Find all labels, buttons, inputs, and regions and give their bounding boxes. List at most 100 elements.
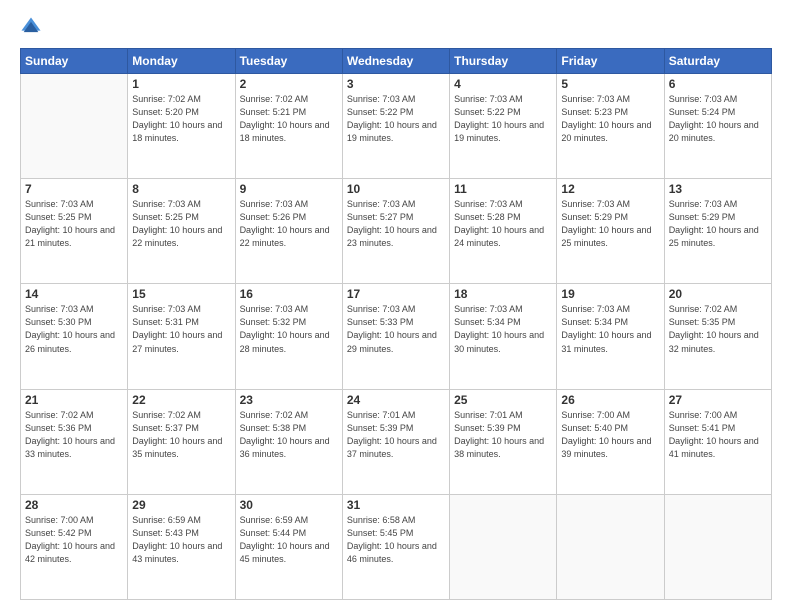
calendar-day-cell: 30 Sunrise: 6:59 AMSunset: 5:44 PMDayligh… bbox=[235, 494, 342, 599]
day-info: Sunrise: 7:03 AMSunset: 5:32 PMDaylight:… bbox=[240, 303, 338, 355]
day-info: Sunrise: 7:02 AMSunset: 5:35 PMDaylight:… bbox=[669, 303, 767, 355]
day-number: 20 bbox=[669, 287, 767, 301]
calendar-day-cell: 24 Sunrise: 7:01 AMSunset: 5:39 PMDayligh… bbox=[342, 389, 449, 494]
day-info: Sunrise: 7:03 AMSunset: 5:24 PMDaylight:… bbox=[669, 93, 767, 145]
calendar-day-cell: 27 Sunrise: 7:00 AMSunset: 5:41 PMDayligh… bbox=[664, 389, 771, 494]
calendar-week-row: 1 Sunrise: 7:02 AMSunset: 5:20 PMDaylight… bbox=[21, 74, 772, 179]
calendar-day-cell: 17 Sunrise: 7:03 AMSunset: 5:33 PMDayligh… bbox=[342, 284, 449, 389]
day-info: Sunrise: 7:03 AMSunset: 5:22 PMDaylight:… bbox=[347, 93, 445, 145]
day-info: Sunrise: 7:00 AMSunset: 5:42 PMDaylight:… bbox=[25, 514, 123, 566]
day-number: 14 bbox=[25, 287, 123, 301]
weekday-header: Thursday bbox=[450, 49, 557, 74]
day-number: 2 bbox=[240, 77, 338, 91]
weekday-header: Sunday bbox=[21, 49, 128, 74]
calendar-week-row: 21Sunrise: 7:02 AMSunset: 5:36 PMDayligh… bbox=[21, 389, 772, 494]
calendar-week-row: 14Sunrise: 7:03 AMSunset: 5:30 PMDayligh… bbox=[21, 284, 772, 389]
calendar-week-row: 7 Sunrise: 7:03 AMSunset: 5:25 PMDaylight… bbox=[21, 179, 772, 284]
day-info: Sunrise: 7:03 AMSunset: 5:27 PMDaylight:… bbox=[347, 198, 445, 250]
day-info: Sunrise: 7:03 AMSunset: 5:29 PMDaylight:… bbox=[669, 198, 767, 250]
day-number: 13 bbox=[669, 182, 767, 196]
day-info: Sunrise: 7:03 AMSunset: 5:34 PMDaylight:… bbox=[454, 303, 552, 355]
day-number: 6 bbox=[669, 77, 767, 91]
weekday-header: Tuesday bbox=[235, 49, 342, 74]
day-info: Sunrise: 7:03 AMSunset: 5:28 PMDaylight:… bbox=[454, 198, 552, 250]
calendar-day-cell: 14Sunrise: 7:03 AMSunset: 5:30 PMDayligh… bbox=[21, 284, 128, 389]
day-info: Sunrise: 7:03 AMSunset: 5:22 PMDaylight:… bbox=[454, 93, 552, 145]
day-info: Sunrise: 6:59 AMSunset: 5:44 PMDaylight:… bbox=[240, 514, 338, 566]
day-number: 27 bbox=[669, 393, 767, 407]
day-info: Sunrise: 7:02 AMSunset: 5:20 PMDaylight:… bbox=[132, 93, 230, 145]
day-info: Sunrise: 6:58 AMSunset: 5:45 PMDaylight:… bbox=[347, 514, 445, 566]
calendar-day-cell: 3 Sunrise: 7:03 AMSunset: 5:22 PMDaylight… bbox=[342, 74, 449, 179]
day-number: 23 bbox=[240, 393, 338, 407]
calendar-day-cell: 25 Sunrise: 7:01 AMSunset: 5:39 PMDayligh… bbox=[450, 389, 557, 494]
day-number: 7 bbox=[25, 182, 123, 196]
calendar-day-cell: 26 Sunrise: 7:00 AMSunset: 5:40 PMDayligh… bbox=[557, 389, 664, 494]
day-number: 18 bbox=[454, 287, 552, 301]
weekday-header: Friday bbox=[557, 49, 664, 74]
logo bbox=[20, 16, 46, 38]
day-number: 30 bbox=[240, 498, 338, 512]
day-info: Sunrise: 7:00 AMSunset: 5:41 PMDaylight:… bbox=[669, 409, 767, 461]
day-number: 28 bbox=[25, 498, 123, 512]
calendar-day-cell: 28 Sunrise: 7:00 AMSunset: 5:42 PMDayligh… bbox=[21, 494, 128, 599]
calendar-day-cell: 10 Sunrise: 7:03 AMSunset: 5:27 PMDayligh… bbox=[342, 179, 449, 284]
day-info: Sunrise: 7:03 AMSunset: 5:29 PMDaylight:… bbox=[561, 198, 659, 250]
day-info: Sunrise: 7:03 AMSunset: 5:25 PMDaylight:… bbox=[25, 198, 123, 250]
day-number: 21 bbox=[25, 393, 123, 407]
day-number: 31 bbox=[347, 498, 445, 512]
day-number: 5 bbox=[561, 77, 659, 91]
weekday-header: Saturday bbox=[664, 49, 771, 74]
day-info: Sunrise: 7:00 AMSunset: 5:40 PMDaylight:… bbox=[561, 409, 659, 461]
calendar-day-cell: 11Sunrise: 7:03 AMSunset: 5:28 PMDayligh… bbox=[450, 179, 557, 284]
calendar-day-cell: 2Sunrise: 7:02 AMSunset: 5:21 PMDaylight… bbox=[235, 74, 342, 179]
calendar-day-cell: 19 Sunrise: 7:03 AMSunset: 5:34 PMDayligh… bbox=[557, 284, 664, 389]
calendar-day-cell bbox=[664, 494, 771, 599]
calendar-day-cell: 22 Sunrise: 7:02 AMSunset: 5:37 PMDayligh… bbox=[128, 389, 235, 494]
day-info: Sunrise: 7:02 AMSunset: 5:38 PMDaylight:… bbox=[240, 409, 338, 461]
day-info: Sunrise: 7:02 AMSunset: 5:37 PMDaylight:… bbox=[132, 409, 230, 461]
day-info: Sunrise: 7:03 AMSunset: 5:25 PMDaylight:… bbox=[132, 198, 230, 250]
day-info: Sunrise: 7:01 AMSunset: 5:39 PMDaylight:… bbox=[454, 409, 552, 461]
calendar-day-cell: 18 Sunrise: 7:03 AMSunset: 5:34 PMDayligh… bbox=[450, 284, 557, 389]
calendar-day-cell: 29Sunrise: 6:59 AMSunset: 5:43 PMDayligh… bbox=[128, 494, 235, 599]
day-info: Sunrise: 7:01 AMSunset: 5:39 PMDaylight:… bbox=[347, 409, 445, 461]
weekday-header: Wednesday bbox=[342, 49, 449, 74]
day-info: Sunrise: 6:59 AMSunset: 5:43 PMDaylight:… bbox=[132, 514, 230, 566]
calendar-day-cell: 8 Sunrise: 7:03 AMSunset: 5:25 PMDaylight… bbox=[128, 179, 235, 284]
day-number: 9 bbox=[240, 182, 338, 196]
calendar-day-cell bbox=[450, 494, 557, 599]
day-number: 16 bbox=[240, 287, 338, 301]
calendar-day-cell: 15 Sunrise: 7:03 AMSunset: 5:31 PMDayligh… bbox=[128, 284, 235, 389]
day-number: 25 bbox=[454, 393, 552, 407]
calendar-header-row: SundayMondayTuesdayWednesdayThursdayFrid… bbox=[21, 49, 772, 74]
day-number: 19 bbox=[561, 287, 659, 301]
day-number: 3 bbox=[347, 77, 445, 91]
day-number: 10 bbox=[347, 182, 445, 196]
calendar-day-cell: 1 Sunrise: 7:02 AMSunset: 5:20 PMDaylight… bbox=[128, 74, 235, 179]
day-number: 24 bbox=[347, 393, 445, 407]
day-number: 22 bbox=[132, 393, 230, 407]
calendar-week-row: 28 Sunrise: 7:00 AMSunset: 5:42 PMDayligh… bbox=[21, 494, 772, 599]
day-info: Sunrise: 7:03 AMSunset: 5:26 PMDaylight:… bbox=[240, 198, 338, 250]
calendar-day-cell bbox=[21, 74, 128, 179]
calendar-day-cell: 12Sunrise: 7:03 AMSunset: 5:29 PMDayligh… bbox=[557, 179, 664, 284]
calendar-day-cell: 9 Sunrise: 7:03 AMSunset: 5:26 PMDaylight… bbox=[235, 179, 342, 284]
day-number: 8 bbox=[132, 182, 230, 196]
weekday-header: Monday bbox=[128, 49, 235, 74]
day-number: 26 bbox=[561, 393, 659, 407]
day-info: Sunrise: 7:03 AMSunset: 5:33 PMDaylight:… bbox=[347, 303, 445, 355]
day-number: 15 bbox=[132, 287, 230, 301]
day-info: Sunrise: 7:03 AMSunset: 5:31 PMDaylight:… bbox=[132, 303, 230, 355]
calendar-table: SundayMondayTuesdayWednesdayThursdayFrid… bbox=[20, 48, 772, 600]
day-number: 4 bbox=[454, 77, 552, 91]
calendar-day-cell: 5Sunrise: 7:03 AMSunset: 5:23 PMDaylight… bbox=[557, 74, 664, 179]
calendar-day-cell: 31 Sunrise: 6:58 AMSunset: 5:45 PMDayligh… bbox=[342, 494, 449, 599]
day-info: Sunrise: 7:03 AMSunset: 5:34 PMDaylight:… bbox=[561, 303, 659, 355]
calendar-day-cell: 23 Sunrise: 7:02 AMSunset: 5:38 PMDayligh… bbox=[235, 389, 342, 494]
calendar-day-cell bbox=[557, 494, 664, 599]
calendar-day-cell: 21Sunrise: 7:02 AMSunset: 5:36 PMDayligh… bbox=[21, 389, 128, 494]
day-number: 1 bbox=[132, 77, 230, 91]
day-number: 17 bbox=[347, 287, 445, 301]
calendar-day-cell: 13 Sunrise: 7:03 AMSunset: 5:29 PMDayligh… bbox=[664, 179, 771, 284]
